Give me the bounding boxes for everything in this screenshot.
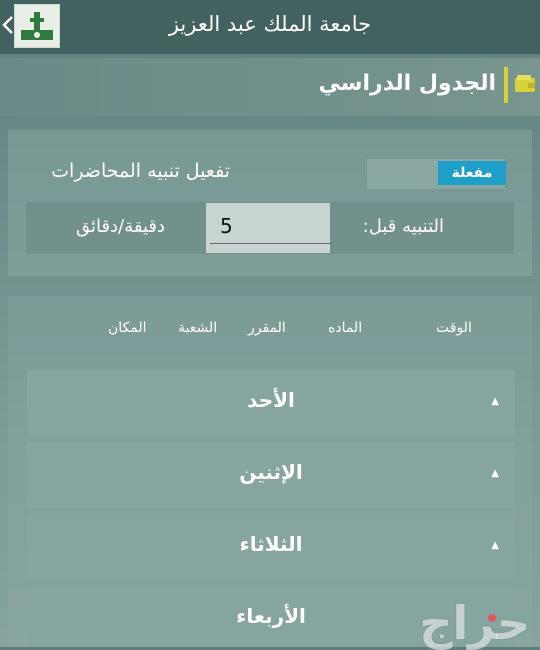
day-label: الأحد	[247, 388, 295, 412]
alert-toggle-button[interactable]: مفعلة	[438, 161, 506, 185]
minutes-input[interactable]	[210, 209, 332, 244]
section-accent-bar	[504, 67, 508, 103]
schedule-panel: الوقت الماده المقرر الشعبة المكان ▲ الأح…	[8, 296, 532, 647]
wallet-icon	[514, 73, 536, 95]
alert-toggle-label: تفعيل تنبيه المحاضرات	[51, 160, 230, 182]
watermark-dot	[488, 614, 496, 622]
app-title: جامعة الملك عبد العزيز	[168, 12, 372, 36]
haraj-watermark: حراج	[419, 596, 530, 650]
column-header-section: الشعبة	[178, 320, 218, 336]
column-header-subject: الماده	[328, 320, 363, 336]
minutes-unit-label: دقيقة/دقائق	[76, 216, 165, 237]
lecture-alert-panel: تفعيل تنبيه المحاضرات مفعلة التنبيه قبل:…	[8, 130, 532, 276]
day-label: الثلاثاء	[239, 532, 303, 556]
day-label: الإثنين	[239, 460, 303, 484]
minutes-field-box	[206, 203, 332, 253]
day-row-tuesday[interactable]: ▲ الثلاثاء	[27, 514, 515, 580]
column-header-course: المقرر	[248, 320, 286, 336]
column-header-time: الوقت	[436, 320, 472, 336]
day-row-monday[interactable]: ▲ الإثنين	[27, 442, 515, 508]
alert-before-row: التنبيه قبل: دقيقة/دقائق	[26, 202, 514, 254]
column-header-location: المكان	[108, 320, 147, 336]
alert-before-label: التنبيه قبل:	[362, 216, 444, 237]
alert-toggle[interactable]: مفعلة	[366, 158, 506, 190]
app-header: جامعة الملك عبد العزيز	[0, 0, 540, 54]
section-title: الجدول الدراسي	[318, 71, 496, 96]
day-row-sunday[interactable]: ▲ الأحد	[27, 370, 515, 436]
section-header: الجدول الدراسي	[0, 58, 540, 116]
